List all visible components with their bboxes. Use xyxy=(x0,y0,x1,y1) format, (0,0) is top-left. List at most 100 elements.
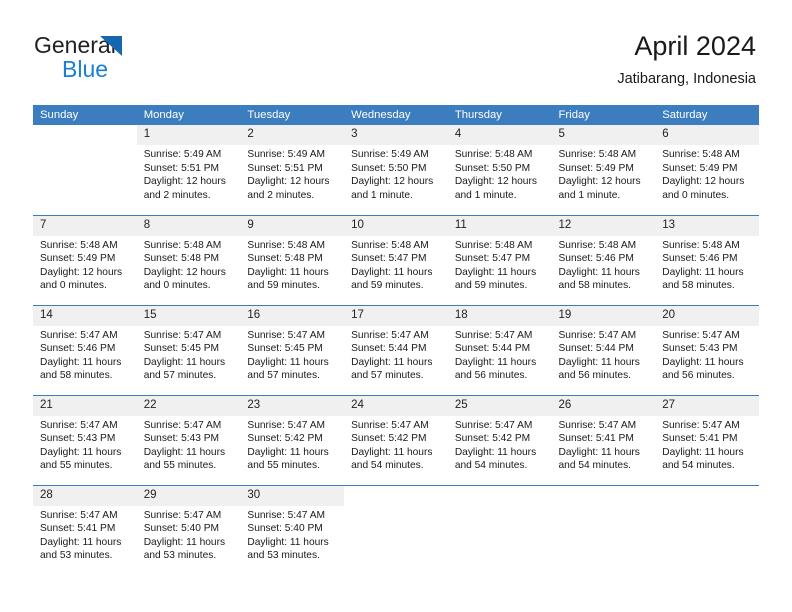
day-details: Sunrise: 5:47 AM Sunset: 5:43 PM Daylight:… xyxy=(33,416,137,473)
calendar-day-cell[interactable]: 19 Sunrise: 5:47 AM Sunset: 5:44 PM Dayligh… xyxy=(551,304,656,395)
day-number: 24 xyxy=(344,395,448,416)
sunset-text: Sunset: 5:43 PM xyxy=(40,433,116,445)
calendar-day-cell[interactable]: 23 Sunrise: 5:47 AM Sunset: 5:42 PM Dayligh… xyxy=(240,394,345,485)
daylight-text-line2: and 56 minutes. xyxy=(662,370,735,382)
day-number: 16 xyxy=(240,305,345,326)
daylight-text-line1: Daylight: 11 hours xyxy=(351,446,433,458)
daylight-text-line1: Daylight: 11 hours xyxy=(454,446,537,458)
calendar-day-cell[interactable]: 14 Sunrise: 5:47 AM Sunset: 5:46 PM Dayligh… xyxy=(33,304,137,395)
calendar-day-cell[interactable]: 24 Sunrise: 5:47 AM Sunset: 5:42 PM Dayligh… xyxy=(344,394,448,485)
calendar-cell-empty xyxy=(344,484,448,575)
sunset-text: Sunset: 5:46 PM xyxy=(662,253,738,265)
sunrise-text: Sunrise: 5:47 AM xyxy=(40,509,118,521)
sunrise-text: Sunrise: 5:47 AM xyxy=(558,329,637,341)
calendar-day-cell[interactable]: 11 Sunrise: 5:48 AM Sunset: 5:47 PM Dayligh… xyxy=(447,214,552,305)
sunset-text: Sunset: 5:44 PM xyxy=(454,343,531,355)
day-details: Sunrise: 5:48 AM Sunset: 5:49 PM Daylight:… xyxy=(33,236,137,293)
calendar-day-cell[interactable]: 28 Sunrise: 5:47 AM Sunset: 5:41 PM Dayligh… xyxy=(33,484,137,575)
sunrise-text: Sunrise: 5:48 AM xyxy=(558,149,637,160)
page-subtitle: Jatibarang, Indonesia xyxy=(617,71,756,87)
calendar-day-cell[interactable]: 13 Sunrise: 5:48 AM Sunset: 5:46 PM Dayligh… xyxy=(655,214,759,305)
calendar-day-cell[interactable]: 25 Sunrise: 5:47 AM Sunset: 5:42 PM Dayligh… xyxy=(447,394,552,485)
calendar-body: 1 Sunrise: 5:49 AM Sunset: 5:51 PM Daylight… xyxy=(33,125,759,575)
calendar-day-cell[interactable]: 30 Sunrise: 5:47 AM Sunset: 5:40 PM Dayligh… xyxy=(240,484,345,575)
sunset-text: Sunset: 5:51 PM xyxy=(143,162,220,174)
sunrise-text: Sunrise: 5:47 AM xyxy=(143,509,222,521)
daylight-text-line2: and 2 minutes. xyxy=(143,189,211,201)
sunrise-text: Sunrise: 5:47 AM xyxy=(247,419,325,431)
daylight-text-line1: Daylight: 11 hours xyxy=(662,266,744,278)
daylight-text-line1: Daylight: 11 hours xyxy=(247,356,329,368)
day-number: 9 xyxy=(240,215,345,236)
daylight-text-line2: and 54 minutes. xyxy=(662,460,735,472)
calendar-day-cell[interactable]: 7 Sunrise: 5:48 AM Sunset: 5:49 PM Daylight… xyxy=(33,214,137,305)
calendar-day-cell[interactable]: 20 Sunrise: 5:47 AM Sunset: 5:43 PM Dayligh… xyxy=(655,304,759,395)
sunset-text: Sunset: 5:42 PM xyxy=(454,433,531,445)
calendar-week-row: 14 Sunrise: 5:47 AM Sunset: 5:46 PM Dayligh… xyxy=(33,304,759,395)
calendar-day-cell[interactable]: 12 Sunrise: 5:48 AM Sunset: 5:46 PM Dayligh… xyxy=(551,214,656,305)
calendar-week-row: 1 Sunrise: 5:49 AM Sunset: 5:51 PM Daylight… xyxy=(33,125,759,215)
daylight-text-line2: and 57 minutes. xyxy=(143,370,217,382)
daylight-text-line1: Daylight: 12 hours xyxy=(351,176,434,188)
daylight-text-line2: and 59 minutes. xyxy=(247,280,320,292)
day-details: Sunrise: 5:47 AM Sunset: 5:43 PM Daylight:… xyxy=(655,326,759,383)
calendar-day-cell[interactable]: 16 Sunrise: 5:47 AM Sunset: 5:45 PM Dayligh… xyxy=(240,304,345,395)
calendar-cell-empty xyxy=(33,125,137,215)
daylight-text-line1: Daylight: 11 hours xyxy=(143,356,226,368)
day-number: 13 xyxy=(655,215,759,236)
calendar-day-cell[interactable]: 5 Sunrise: 5:48 AM Sunset: 5:49 PM Daylight… xyxy=(551,125,656,215)
calendar-day-cell[interactable]: 9 Sunrise: 5:48 AM Sunset: 5:48 PM Daylight… xyxy=(240,214,345,305)
sunrise-text: Sunrise: 5:47 AM xyxy=(247,329,325,341)
weekday-header-sunday: Sunday xyxy=(33,105,137,125)
day-details: Sunrise: 5:48 AM Sunset: 5:50 PM Daylight:… xyxy=(448,145,552,202)
day-number: 29 xyxy=(136,485,241,506)
sunrise-text: Sunrise: 5:49 AM xyxy=(247,149,325,160)
day-details: Sunrise: 5:48 AM Sunset: 5:48 PM Daylight:… xyxy=(137,236,241,293)
calendar-day-cell[interactable]: 21 Sunrise: 5:47 AM Sunset: 5:43 PM Dayligh… xyxy=(33,394,137,485)
day-number: 14 xyxy=(33,305,137,326)
sunset-text: Sunset: 5:49 PM xyxy=(558,162,634,174)
calendar-day-cell[interactable]: 1 Sunrise: 5:49 AM Sunset: 5:51 PM Daylight… xyxy=(136,125,241,215)
calendar-day-cell[interactable]: 3 Sunrise: 5:49 AM Sunset: 5:50 PM Daylight… xyxy=(344,125,448,215)
sunset-text: Sunset: 5:47 PM xyxy=(454,253,531,265)
day-details: Sunrise: 5:48 AM Sunset: 5:49 PM Daylight:… xyxy=(552,145,656,202)
sunrise-text: Sunrise: 5:48 AM xyxy=(454,239,533,251)
day-number xyxy=(344,486,448,506)
sunset-text: Sunset: 5:42 PM xyxy=(247,433,323,445)
calendar-day-cell[interactable]: 17 Sunrise: 5:47 AM Sunset: 5:44 PM Dayligh… xyxy=(344,304,448,395)
triangle-icon xyxy=(100,36,122,56)
sunrise-text: Sunrise: 5:47 AM xyxy=(143,329,222,341)
daylight-text-line2: and 55 minutes. xyxy=(247,460,320,472)
calendar-day-cell[interactable]: 18 Sunrise: 5:47 AM Sunset: 5:44 PM Dayligh… xyxy=(447,304,552,395)
daylight-text-line2: and 58 minutes. xyxy=(662,280,735,292)
day-number: 8 xyxy=(136,215,241,236)
page-title: April 2024 xyxy=(634,31,756,61)
daylight-text-line2: and 57 minutes. xyxy=(351,370,424,382)
calendar-day-cell[interactable]: 6 Sunrise: 5:48 AM Sunset: 5:49 PM Daylight… xyxy=(655,125,759,215)
day-number: 22 xyxy=(136,395,241,416)
calendar-day-cell[interactable]: 22 Sunrise: 5:47 AM Sunset: 5:43 PM Dayligh… xyxy=(136,394,241,485)
day-details: Sunrise: 5:47 AM Sunset: 5:45 PM Daylight:… xyxy=(137,326,241,383)
calendar-header-row: Sunday Monday Tuesday Wednesday Thursday Frid… xyxy=(33,105,759,125)
daylight-text-line2: and 58 minutes. xyxy=(558,280,632,292)
daylight-text-line2: and 59 minutes. xyxy=(454,280,528,292)
sunrise-text: Sunrise: 5:49 AM xyxy=(351,149,429,160)
calendar-day-cell[interactable]: 8 Sunrise: 5:48 AM Sunset: 5:48 PM Daylight… xyxy=(136,214,241,305)
calendar-day-cell[interactable]: 29 Sunrise: 5:47 AM Sunset: 5:40 PM Dayligh… xyxy=(136,484,241,575)
general-blue-logo[interactable]: General Blue xyxy=(34,32,234,86)
sunrise-text: Sunrise: 5:48 AM xyxy=(143,239,222,251)
calendar-day-cell[interactable]: 4 Sunrise: 5:48 AM Sunset: 5:50 PM Daylight… xyxy=(447,125,552,215)
calendar-day-cell[interactable]: 27 Sunrise: 5:47 AM Sunset: 5:41 PM Dayligh… xyxy=(655,394,759,485)
sunset-text: Sunset: 5:50 PM xyxy=(351,162,427,174)
calendar-day-cell[interactable]: 10 Sunrise: 5:48 AM Sunset: 5:47 PM Dayligh… xyxy=(344,214,448,305)
daylight-text-line2: and 54 minutes. xyxy=(454,460,528,472)
day-details: Sunrise: 5:49 AM Sunset: 5:50 PM Daylight:… xyxy=(344,145,448,202)
day-details: Sunrise: 5:49 AM Sunset: 5:51 PM Daylight:… xyxy=(137,145,241,202)
calendar-cell-empty xyxy=(551,484,656,575)
day-number: 23 xyxy=(240,395,345,416)
day-number xyxy=(655,486,759,506)
calendar-day-cell[interactable]: 15 Sunrise: 5:47 AM Sunset: 5:45 PM Dayligh… xyxy=(136,304,241,395)
day-details: Sunrise: 5:47 AM Sunset: 5:41 PM Daylight:… xyxy=(33,506,137,563)
calendar-day-cell[interactable]: 26 Sunrise: 5:47 AM Sunset: 5:41 PM Dayligh… xyxy=(551,394,656,485)
calendar-day-cell[interactable]: 2 Sunrise: 5:49 AM Sunset: 5:51 PM Daylight… xyxy=(240,125,345,215)
